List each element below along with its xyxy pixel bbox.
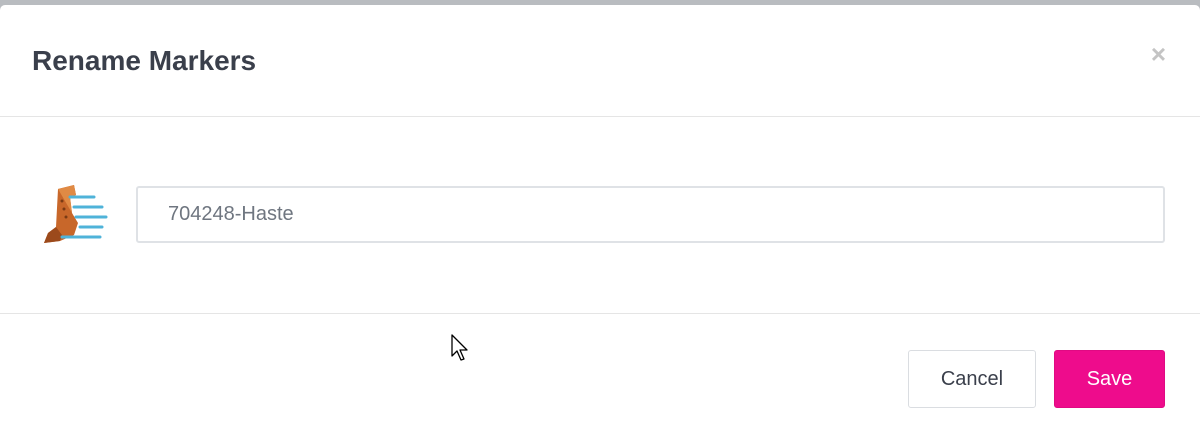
close-button[interactable]: × xyxy=(1151,41,1166,67)
dialog-body xyxy=(0,117,1200,314)
rename-markers-dialog: Rename Markers × Cancel Save xyxy=(0,5,1200,443)
cancel-button[interactable]: Cancel xyxy=(908,350,1036,408)
marker-name-input[interactable] xyxy=(136,186,1165,243)
haste-boot-icon xyxy=(44,185,108,243)
dialog-header: Rename Markers × xyxy=(0,5,1200,117)
save-button[interactable]: Save xyxy=(1054,350,1165,408)
dialog-title: Rename Markers xyxy=(32,45,257,76)
mouse-pointer-icon xyxy=(451,334,468,361)
dialog-footer: Cancel Save xyxy=(0,314,1200,443)
